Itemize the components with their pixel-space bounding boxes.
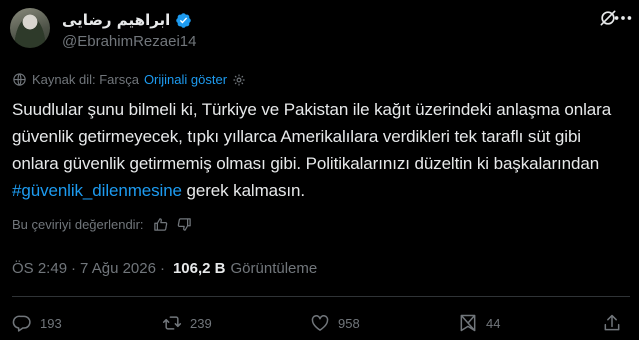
repost-icon: [162, 316, 182, 330]
tweet-header: ابراهیم رضایی @EbrahimRezaei14: [10, 4, 632, 50]
tweet-date[interactable]: 7 Ağu 2026: [80, 260, 156, 277]
hashtag-link[interactable]: #güvenlik_dilenmesine: [12, 181, 182, 200]
like-count: 958: [338, 315, 360, 331]
meta-separator: ·: [71, 260, 77, 277]
bookmark-button[interactable]: 44: [458, 313, 500, 333]
meta-separator-2: ·: [159, 260, 165, 277]
heart-icon: [311, 315, 329, 331]
reply-button[interactable]: 193: [12, 313, 62, 333]
bookmark-icon: [460, 314, 476, 332]
translation-source-label: Kaynak dil: Farsça: [32, 72, 139, 87]
repost-count: 239: [190, 315, 212, 331]
divider: [12, 296, 630, 297]
repost-button[interactable]: 239: [162, 313, 212, 333]
tweet-text: Suudlular şunu bilmeli ki, Türkiye ve Pa…: [12, 96, 632, 204]
thumbs-up-icon[interactable]: [153, 217, 168, 232]
thumbs-down-icon[interactable]: [177, 217, 192, 232]
rate-translation-label: Bu çeviriyi değerlendir:: [12, 217, 144, 232]
author-display-name[interactable]: ابراهیم رضایی: [62, 11, 170, 29]
share-button[interactable]: [602, 313, 622, 333]
bookmark-count: 44: [486, 315, 501, 331]
share-icon: [604, 314, 620, 331]
views-count: 106,2 B: [172, 260, 226, 277]
tweet-time[interactable]: ÖS 2:49: [12, 260, 67, 277]
more-icon[interactable]: [612, 8, 634, 28]
show-original-link[interactable]: Orijinali göster: [144, 72, 227, 87]
translation-row: Kaynak dil: Farsça Orijinali göster: [12, 72, 246, 87]
tweet-meta: ÖS 2:49 · 7 Ağu 2026 · 106,2 B Görüntüle…: [12, 260, 317, 277]
like-button[interactable]: 958: [310, 313, 360, 333]
verified-badge-icon[interactable]: [175, 12, 192, 29]
avatar[interactable]: [10, 8, 50, 48]
tweet-text-body: Suudlular şunu bilmeli ki, Türkiye ve Pa…: [12, 100, 612, 173]
action-bar: 193 239 958 44: [12, 313, 632, 335]
tweet-text-tail: gerek kalmasın.: [181, 181, 306, 200]
author-name-row[interactable]: ابراهیم رضایی: [62, 11, 192, 29]
reply-icon: [12, 315, 31, 332]
author-handle[interactable]: @EbrahimRezaei14: [62, 33, 196, 50]
globe-icon: [12, 72, 27, 87]
rate-translation-row: Bu çeviriyi değerlendir:: [12, 217, 192, 232]
views-label: Görüntüleme: [230, 260, 318, 277]
gear-icon[interactable]: [232, 73, 246, 87]
reply-count: 193: [40, 315, 62, 331]
